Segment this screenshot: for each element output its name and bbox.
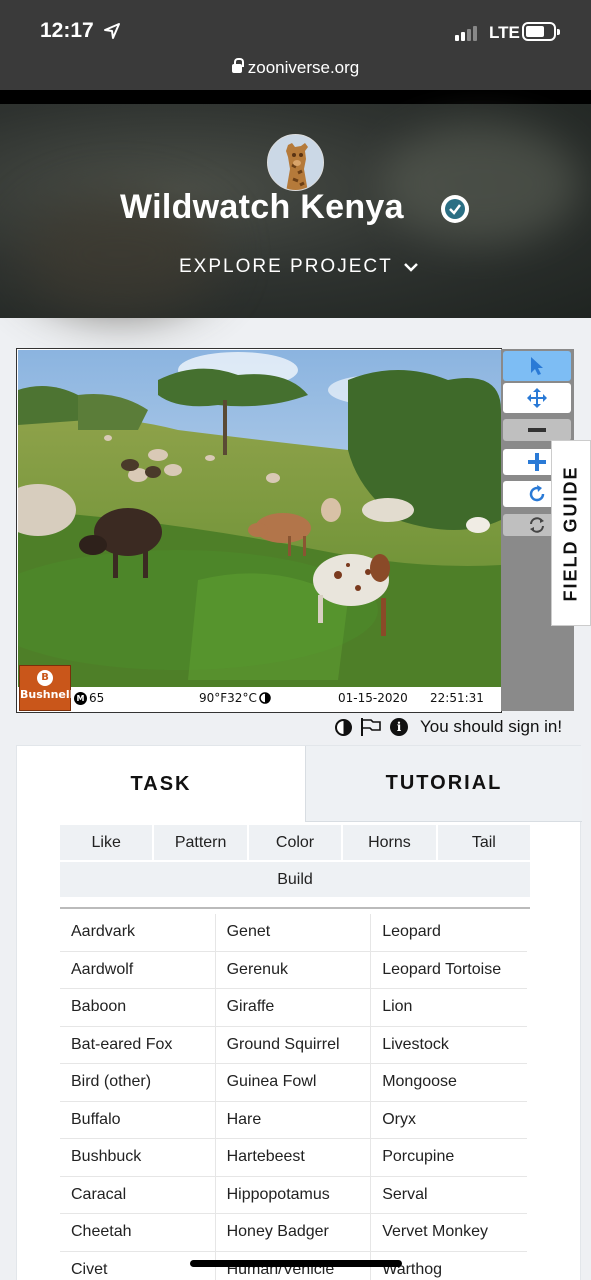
species-choice[interactable]: Bird (other) (60, 1064, 216, 1101)
species-row: Bird (other) Guinea Fowl Mongoose (60, 1064, 527, 1102)
battery-icon (522, 22, 560, 41)
explore-project-label: EXPLORE PROJECT (179, 256, 393, 277)
divider (0, 90, 591, 104)
filter-build[interactable]: Build (60, 862, 530, 897)
pointer-tool-button[interactable] (503, 351, 571, 381)
species-choice[interactable]: Genet (216, 914, 372, 951)
capture-time: 22:51:31 (430, 691, 484, 705)
species-choice[interactable]: Bat-eared Fox (60, 1026, 216, 1063)
clock: 12:17 (40, 19, 94, 42)
species-choice[interactable]: Vervet Monkey (371, 1214, 527, 1251)
moon-phase-icon: M (74, 691, 87, 705)
species-choice[interactable]: Serval (371, 1177, 527, 1214)
move-tool-button[interactable] (503, 383, 571, 413)
half-moon-icon (259, 692, 271, 704)
chevron-down-icon (403, 263, 418, 272)
filter-color[interactable]: Color (248, 825, 342, 860)
species-choice[interactable]: Hare (216, 1101, 372, 1138)
species-row: Aardwolf Gerenuk Leopard Tortoise (60, 951, 527, 989)
pointer-icon (531, 357, 543, 375)
species-choice[interactable]: Leopard (371, 914, 527, 951)
species-row: Baboon Giraffe Lion (60, 989, 527, 1027)
field-guide-button[interactable]: FIELD GUIDE (551, 440, 591, 626)
tab-task[interactable]: TASK (17, 746, 305, 822)
filter-horns[interactable]: Horns (343, 825, 436, 860)
task-panel: TASK TUTORIAL Like Pattern Color Horns T… (16, 745, 582, 1280)
species-choice[interactable]: Cheetah (60, 1214, 216, 1251)
species-choice[interactable]: Hippopotamus (216, 1176, 372, 1213)
zoom-out-button[interactable] (503, 419, 571, 441)
home-indicator (190, 1260, 402, 1267)
filter-like[interactable]: Like (60, 825, 153, 860)
temperature: 90°F32°C (199, 691, 257, 705)
species-choice[interactable]: Mongoose (371, 1064, 527, 1101)
field-guide-label: FIELD GUIDE (560, 464, 581, 602)
species-choice[interactable]: Baboon (60, 989, 216, 1026)
species-list: Aardvark Genet Leopard Aardwolf Gerenuk Leopa… (60, 914, 527, 1280)
url-text: zooniverse.org (247, 58, 360, 77)
zoom-in-icon (528, 453, 546, 471)
species-row: Bushbuck Hartebeest Porcupine (60, 1139, 527, 1177)
species-choice[interactable]: Porcupine (371, 1139, 527, 1176)
capture-date: 01-15-2020 (338, 691, 408, 705)
giraffe-icon (268, 135, 323, 190)
species-choice[interactable]: Guinea Fowl (216, 1064, 372, 1101)
camera-info-strip: B Bushnell M 65 90°F32°C 01-15-2020 22:51:… (18, 665, 501, 712)
species-choice[interactable]: Hartebeest (216, 1139, 372, 1176)
signal-icon (455, 26, 477, 41)
subject-meta-bar: i You should sign in! (335, 717, 562, 737)
species-choice[interactable]: Livestock (371, 1027, 527, 1064)
tab-tutorial[interactable]: TUTORIAL (305, 746, 582, 822)
lock-icon (231, 58, 244, 73)
status-bar: 12:17 LTE zooniverse.org (0, 0, 591, 90)
species-choice[interactable]: Ground Squirrel (216, 1026, 372, 1063)
filter-tail[interactable]: Tail (437, 825, 531, 860)
species-row: Caracal Hippopotamus Serval (60, 1176, 527, 1214)
project-title: Wildwatch Kenya (120, 188, 404, 226)
project-header: Wildwatch Kenya EXPLORE PROJECT (0, 104, 591, 318)
network-label: LTE (489, 23, 520, 42)
project-avatar[interactable] (267, 134, 324, 191)
address-bar[interactable]: zooniverse.org (0, 58, 591, 78)
species-row: Bat-eared Fox Ground Squirrel Livestock (60, 1026, 527, 1064)
invert-contrast-icon[interactable] (335, 718, 352, 736)
sign-in-prompt[interactable]: You should sign in! (420, 717, 562, 737)
species-choice[interactable]: Aardwolf (60, 951, 216, 988)
species-choice[interactable]: Leopard Tortoise (371, 952, 527, 989)
species-choice[interactable]: Bushbuck (60, 1139, 216, 1176)
species-choice[interactable]: Aardvark (60, 914, 216, 951)
subject-image[interactable] (18, 350, 501, 687)
moon-value: 65 (89, 691, 105, 705)
bushnell-logo: B Bushnell (19, 665, 73, 711)
subject-viewer[interactable]: B Bushnell M 65 90°F32°C 01-15-2020 22:51:… (16, 348, 502, 713)
species-row: Aardvark Genet Leopard (60, 914, 527, 952)
species-choice[interactable]: Lion (371, 989, 527, 1026)
info-icon[interactable]: i (390, 718, 408, 736)
explore-project-button[interactable]: EXPLORE PROJECT (179, 256, 419, 278)
move-icon (527, 388, 547, 408)
divider (60, 907, 530, 909)
rotate-icon (529, 485, 545, 502)
location-arrow-icon (104, 23, 120, 39)
species-choice[interactable]: Giraffe (216, 989, 372, 1026)
reset-icon (530, 517, 544, 533)
characteristic-filters: Like Pattern Color Horns Tail Build (60, 825, 531, 899)
species-choice[interactable]: Buffalo (60, 1101, 216, 1138)
flag-icon[interactable] (360, 717, 382, 737)
species-choice[interactable]: Honey Badger (216, 1214, 372, 1251)
species-choice[interactable]: Gerenuk (216, 951, 372, 988)
species-row: Buffalo Hare Oryx (60, 1101, 527, 1139)
species-choice[interactable]: Oryx (371, 1102, 527, 1139)
filter-pattern[interactable]: Pattern (154, 825, 247, 860)
zoom-out-icon (528, 428, 546, 432)
verified-badge-icon (441, 195, 469, 223)
species-row: Cheetah Honey Badger Vervet Monkey (60, 1214, 527, 1252)
species-choice[interactable]: Caracal (60, 1176, 216, 1213)
